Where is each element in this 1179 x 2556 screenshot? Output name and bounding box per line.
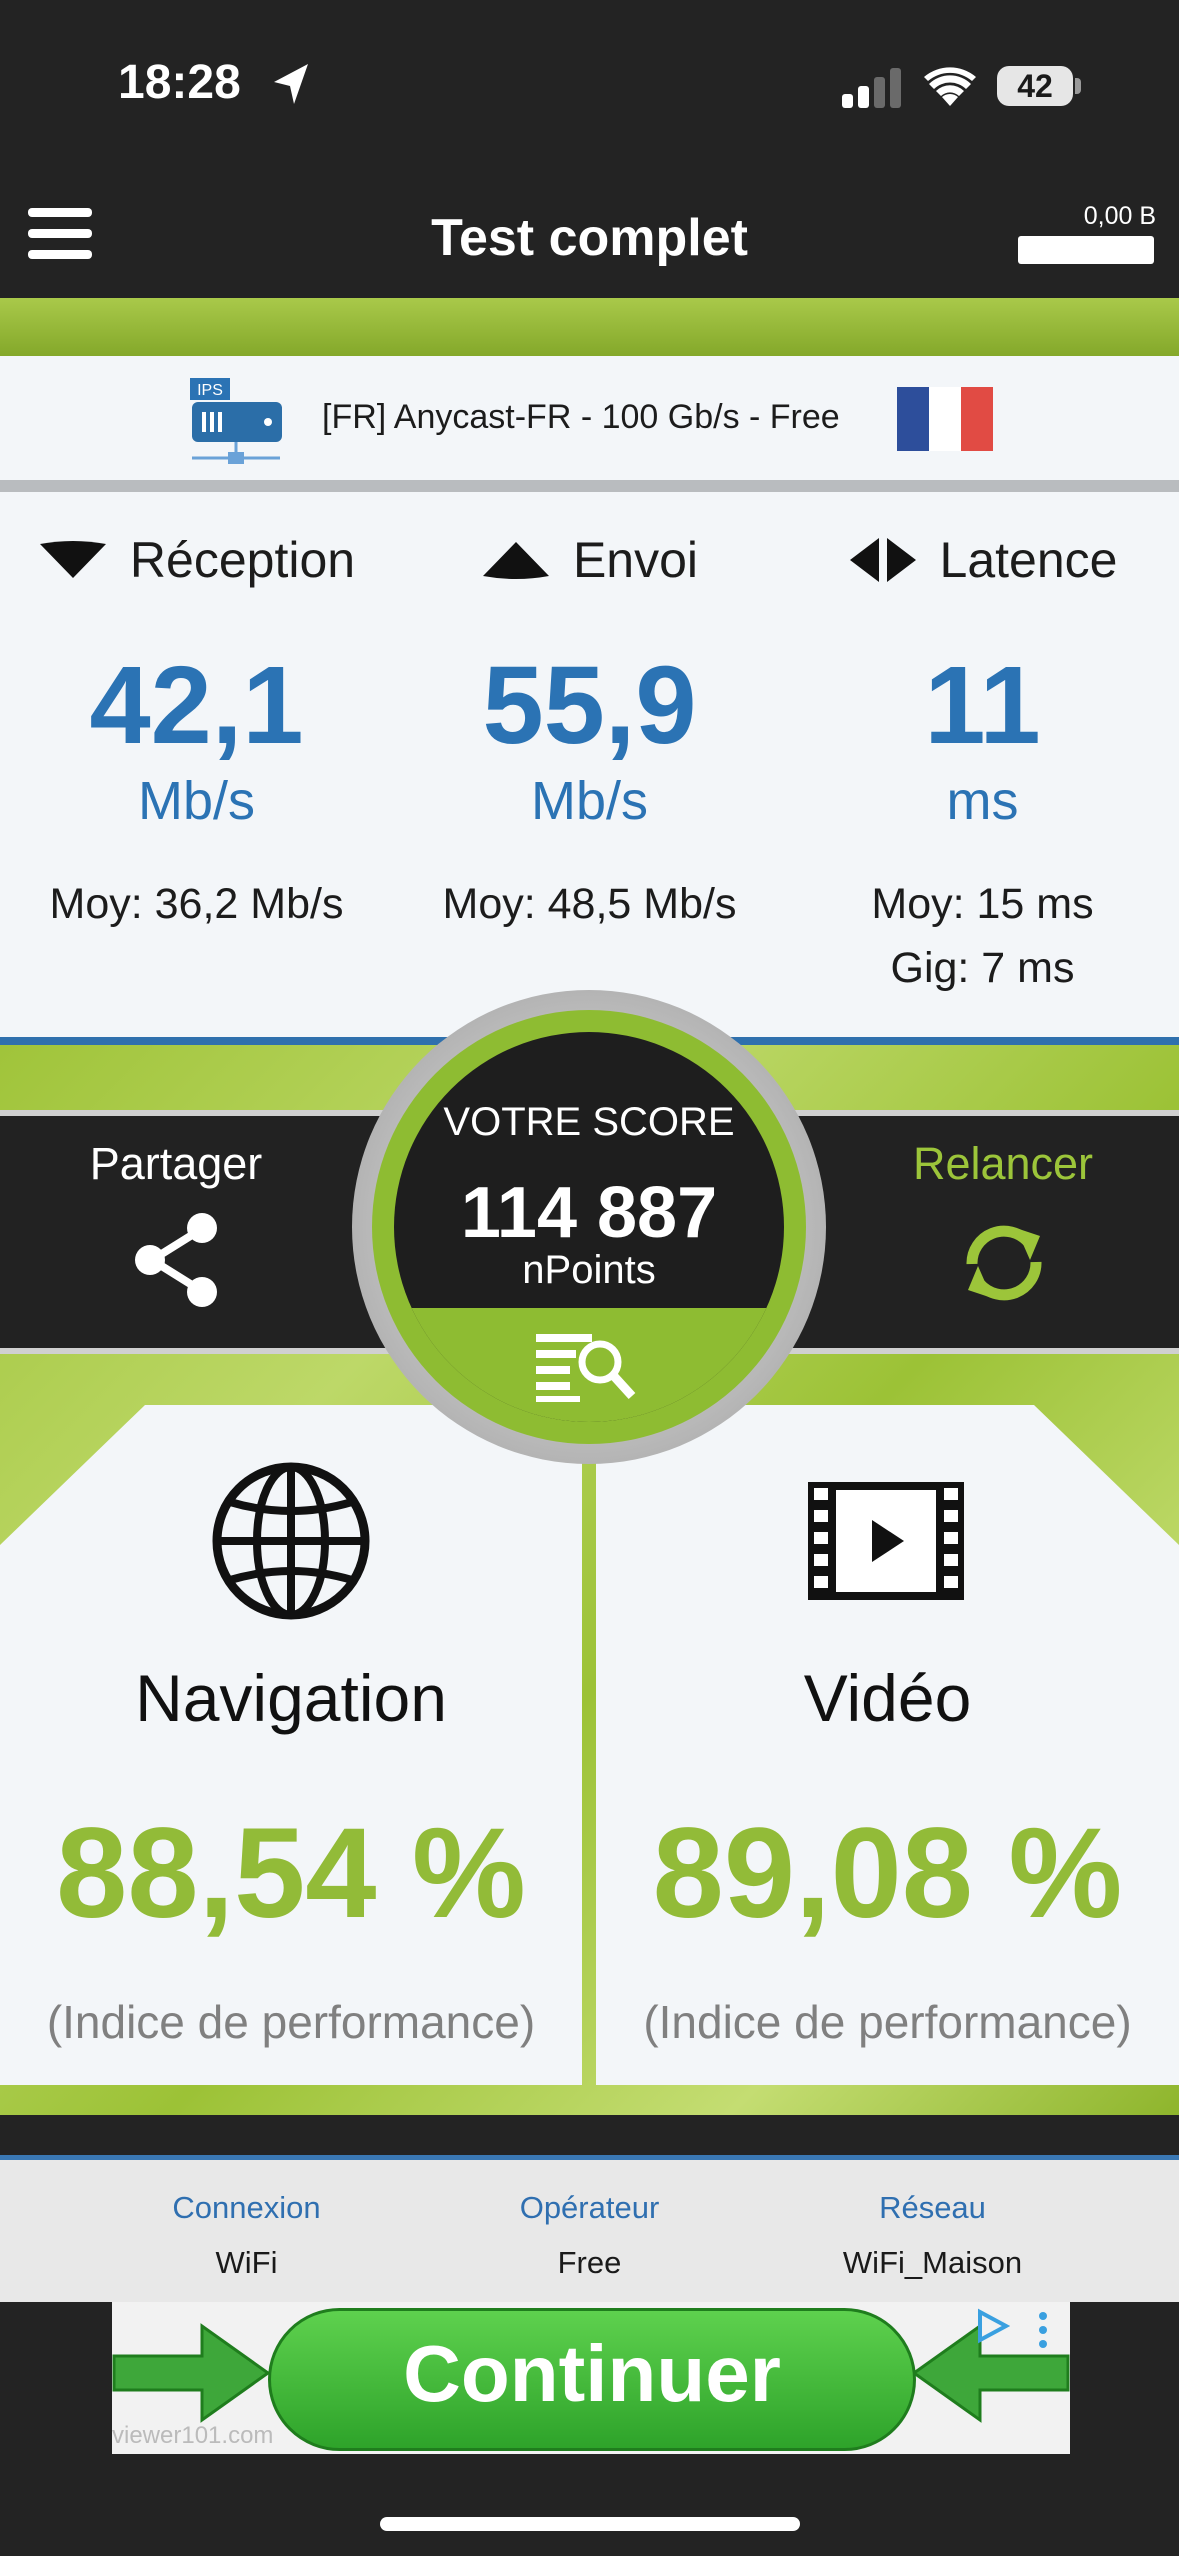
- latency-average: Moy: 15 ms Gig: 7 ms: [786, 872, 1179, 1000]
- upload-value: 55,9: [482, 644, 697, 767]
- upload-arrow-icon: [482, 542, 549, 579]
- server-name: [FR] Anycast-FR - 100 Gb/s - Free: [322, 398, 840, 436]
- wifi-icon: [924, 67, 976, 106]
- operator-value: Free: [557, 2245, 622, 2280]
- server-badge: IPS: [197, 382, 223, 399]
- upload-unit: Mb/s: [530, 771, 649, 831]
- video-title: Vidéo: [803, 1661, 972, 1735]
- score-value: 114 887: [460, 1173, 718, 1253]
- refresh-icon[interactable]: [958, 1218, 1050, 1308]
- ad-continue-label: Continuer: [403, 2329, 781, 2418]
- latency-label: Latence: [939, 532, 1118, 588]
- navigation-percentage: 88,54 %: [56, 1802, 526, 1945]
- score-unit: nPoints: [522, 1248, 656, 1292]
- download-value: 42,1: [89, 644, 304, 767]
- balance-bar: [1018, 236, 1154, 264]
- download-unit: Mb/s: [137, 771, 256, 831]
- france-flag-icon: [897, 387, 993, 451]
- right-arrow-icon: [112, 2323, 271, 2423]
- download-label: Réception: [129, 532, 356, 588]
- page-title: Test complet: [431, 209, 748, 267]
- share-button[interactable]: Partager: [0, 1138, 352, 1190]
- server-bar-border: [0, 480, 1179, 492]
- latency-unit: ms: [946, 771, 1019, 831]
- share-icon[interactable]: [130, 1212, 224, 1308]
- status-time: 18:28: [118, 56, 241, 109]
- home-indicator: [380, 2517, 800, 2531]
- upload-average: Moy: 48,5 Mb/s: [393, 872, 786, 936]
- ad-watermark: viewer101.com: [112, 2422, 274, 2449]
- relaunch-button[interactable]: Relancer: [827, 1138, 1179, 1190]
- location-arrow-icon: [274, 64, 308, 104]
- navigation-title: Navigation: [135, 1661, 447, 1735]
- connection-value: WiFi: [215, 2245, 278, 2280]
- download-average-text: Moy: 36,2 Mb/s: [49, 880, 344, 928]
- latency-arrows-icon: [849, 538, 916, 582]
- score-label: VOTRE SCORE: [443, 1100, 735, 1144]
- details-search-icon[interactable]: [534, 1328, 644, 1404]
- upload-average-text: Moy: 48,5 Mb/s: [442, 880, 737, 928]
- latency-value: 11: [924, 644, 1041, 767]
- video-play-icon: [808, 1482, 964, 1600]
- network-value: WiFi_Maison: [842, 2245, 1023, 2280]
- latency-header: Latence: [786, 530, 1179, 590]
- upload-label: Envoi: [572, 532, 699, 588]
- cellular-signal-icon: [842, 68, 901, 108]
- upload-header: Envoi: [393, 530, 786, 590]
- operator-label: Opérateur: [519, 2190, 660, 2225]
- server-icon: IPS: [190, 378, 282, 464]
- download-header: Réception: [0, 530, 393, 590]
- latency-average-text: Moy: 15 ms: [871, 880, 1094, 928]
- battery-tip: [1075, 78, 1081, 94]
- globe-icon: [212, 1462, 370, 1620]
- navigation-subtitle: (Indice de performance): [46, 1996, 536, 2048]
- download-average: Moy: 36,2 Mb/s: [0, 872, 393, 936]
- balance-value: 0,00 B: [1083, 202, 1156, 230]
- download-arrow-icon: [39, 541, 106, 578]
- video-subtitle: (Indice de performance): [643, 1996, 1132, 2048]
- battery-indicator: 42: [997, 66, 1073, 106]
- video-percentage: 89,08 %: [652, 1802, 1123, 1945]
- adchoices-icon[interactable]: [976, 2308, 1010, 2344]
- latency-jitter-text: Gig: 7 ms: [890, 944, 1075, 992]
- header-stripe: [0, 298, 1179, 356]
- connection-label: Connexion: [172, 2190, 321, 2225]
- more-options-icon[interactable]: [1036, 2310, 1050, 2350]
- network-label: Réseau: [879, 2190, 986, 2225]
